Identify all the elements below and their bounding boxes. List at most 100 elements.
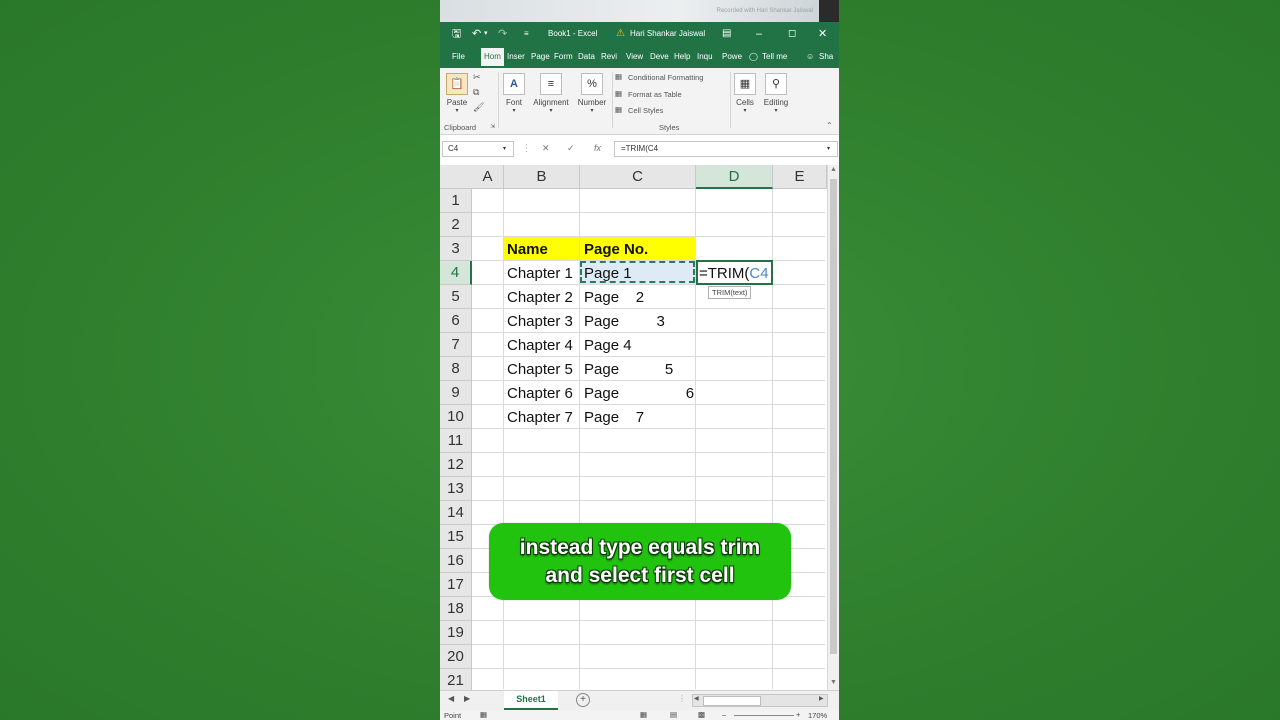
column-header-d[interactable]: D (696, 165, 773, 189)
row-header-10[interactable]: 10 (440, 405, 472, 429)
vertical-scrollbar[interactable]: ▲ ▼ (827, 165, 839, 690)
normal-view-icon[interactable]: ▦ (640, 710, 647, 719)
row-header-1[interactable]: 1 (440, 189, 472, 213)
cut-icon[interactable]: ✂ (473, 72, 481, 83)
tab-page-layout[interactable]: Page (531, 52, 550, 61)
row-header-11[interactable]: 11 (440, 429, 472, 453)
row-header-13[interactable]: 13 (440, 477, 472, 501)
number-button[interactable]: % Number ▾ (575, 73, 609, 114)
tab-data[interactable]: Data (578, 52, 595, 61)
tab-review[interactable]: Revi (601, 52, 617, 61)
cell-c7[interactable]: Page 4 (584, 333, 632, 356)
format-painter-icon[interactable]: 🖌 (473, 102, 484, 113)
collapse-ribbon-icon[interactable]: ⌃ (826, 121, 833, 130)
formula-input[interactable]: =TRIM(C4 ▾ (614, 141, 838, 157)
zoom-in-icon[interactable]: + (796, 710, 800, 719)
row-header-3[interactable]: 3 (440, 237, 472, 261)
tab-file[interactable]: File (452, 52, 465, 61)
row-header-19[interactable]: 19 (440, 621, 472, 645)
cell-b7[interactable]: Chapter 4 (507, 333, 573, 356)
zoom-slider[interactable] (734, 715, 794, 716)
tab-power-pivot[interactable]: Powe (722, 52, 742, 61)
editing-button[interactable]: ⚲ Editing ▾ (761, 73, 791, 114)
cell-c5[interactable]: Page 2 (584, 285, 644, 308)
cancel-icon[interactable]: ✕ (542, 143, 550, 154)
cell-c3[interactable]: Page No. (580, 237, 696, 260)
paste-button[interactable]: 📋 Paste ▾ (446, 73, 468, 114)
horizontal-scrollbar[interactable]: ◀ ▶ (692, 694, 828, 707)
cell-b9[interactable]: Chapter 6 (507, 381, 573, 404)
row-header-18[interactable]: 18 (440, 597, 472, 621)
tab-developer[interactable]: Deve (650, 52, 669, 61)
cell-c8[interactable]: Page 5 (584, 357, 673, 380)
cell-b3[interactable]: Name (504, 237, 579, 260)
column-header-a[interactable]: A (472, 165, 504, 189)
alignment-button[interactable]: ≡ Alignment ▾ (531, 73, 571, 114)
cells-button[interactable]: ▦ Cells ▾ (733, 73, 757, 114)
worksheet-grid[interactable]: A B C D E 1 2 3 4 5 6 7 8 9 10 11 12 13 … (440, 165, 839, 693)
column-header-e[interactable]: E (773, 165, 827, 189)
tab-view[interactable]: View (626, 52, 643, 61)
font-button[interactable]: A Font ▾ (502, 73, 526, 114)
undo-dropdown-icon[interactable]: ▾ (484, 27, 488, 41)
tab-help[interactable]: Help (674, 52, 690, 61)
close-icon[interactable]: ✕ (818, 27, 827, 41)
tab-home[interactable]: Hom (481, 48, 504, 66)
macro-record-icon[interactable]: ▦ (480, 710, 487, 719)
row-header-14[interactable]: 14 (440, 501, 472, 525)
row-header-20[interactable]: 20 (440, 645, 472, 669)
dialog-launcher-icon[interactable]: ⇲ (490, 123, 495, 130)
cell-b8[interactable]: Chapter 5 (507, 357, 573, 380)
row-header-5[interactable]: 5 (440, 285, 472, 309)
column-header-b[interactable]: B (504, 165, 580, 189)
expand-formula-bar-icon[interactable]: ▾ (827, 145, 830, 152)
row-header-6[interactable]: 6 (440, 309, 472, 333)
row-header-17[interactable]: 17 (440, 573, 472, 597)
page-layout-view-icon[interactable]: ▤ (670, 710, 677, 719)
scroll-up-icon[interactable]: ▲ (830, 166, 837, 173)
row-header-7[interactable]: 7 (440, 333, 472, 357)
cell-b10[interactable]: Chapter 7 (507, 405, 573, 428)
redo-icon[interactable]: ↷ (498, 27, 507, 41)
scroll-right-icon[interactable]: ▶ (819, 695, 824, 702)
add-sheet-icon[interactable]: + (576, 693, 590, 707)
ribbon-display-options-icon[interactable]: ▤ (722, 27, 731, 41)
tab-formulas[interactable]: Form (554, 52, 573, 61)
undo-icon[interactable]: ↶ (472, 27, 481, 41)
format-as-table-button[interactable]: Format as Table (628, 90, 682, 99)
cell-c6[interactable]: Page 3 (584, 309, 665, 332)
share-button[interactable]: Sha (819, 52, 833, 61)
scroll-thumb[interactable] (830, 179, 837, 654)
cell-b5[interactable]: Chapter 2 (507, 285, 573, 308)
row-header-4[interactable]: 4 (440, 261, 472, 285)
row-header-8[interactable]: 8 (440, 357, 472, 381)
row-header-15[interactable]: 15 (440, 525, 472, 549)
maximize-icon[interactable]: ◻ (788, 27, 796, 41)
quick-access-customize-icon[interactable]: ≡ (524, 27, 529, 41)
tab-insert[interactable]: Inser (507, 52, 525, 61)
row-header-9[interactable]: 9 (440, 381, 472, 405)
select-all-button[interactable] (440, 165, 473, 189)
scroll-down-icon[interactable]: ▼ (830, 679, 837, 686)
cell-b4[interactable]: Chapter 1 (507, 261, 573, 284)
sheet-tab-sheet1[interactable]: Sheet1 (504, 691, 558, 710)
cell-c4[interactable]: Page 1 (584, 261, 632, 284)
zoom-level[interactable]: 170% (808, 711, 827, 720)
row-header-2[interactable]: 2 (440, 213, 472, 237)
conditional-formatting-button[interactable]: Conditional Formatting (628, 73, 703, 82)
cell-b6[interactable]: Chapter 3 (507, 309, 573, 332)
cell-styles-button[interactable]: Cell Styles (628, 106, 663, 115)
sheet-next-icon[interactable]: ▶ (464, 694, 470, 703)
row-header-12[interactable]: 12 (440, 453, 472, 477)
tab-inquire[interactable]: Inqu (697, 52, 713, 61)
cell-c10[interactable]: Page 7 (584, 405, 644, 428)
user-name[interactable]: Hari Shankar Jaiswal (630, 29, 705, 38)
page-break-view-icon[interactable]: ▩ (698, 710, 705, 719)
zoom-out-icon[interactable]: – (722, 710, 726, 719)
enter-icon[interactable]: ✓ (567, 143, 575, 154)
row-header-16[interactable]: 16 (440, 549, 472, 573)
save-icon[interactable]: 🖫 (452, 27, 461, 41)
sheet-prev-icon[interactable]: ◀ (448, 694, 454, 703)
copy-icon[interactable]: ⧉ (473, 87, 479, 98)
tell-me-search[interactable]: Tell me (762, 52, 787, 61)
